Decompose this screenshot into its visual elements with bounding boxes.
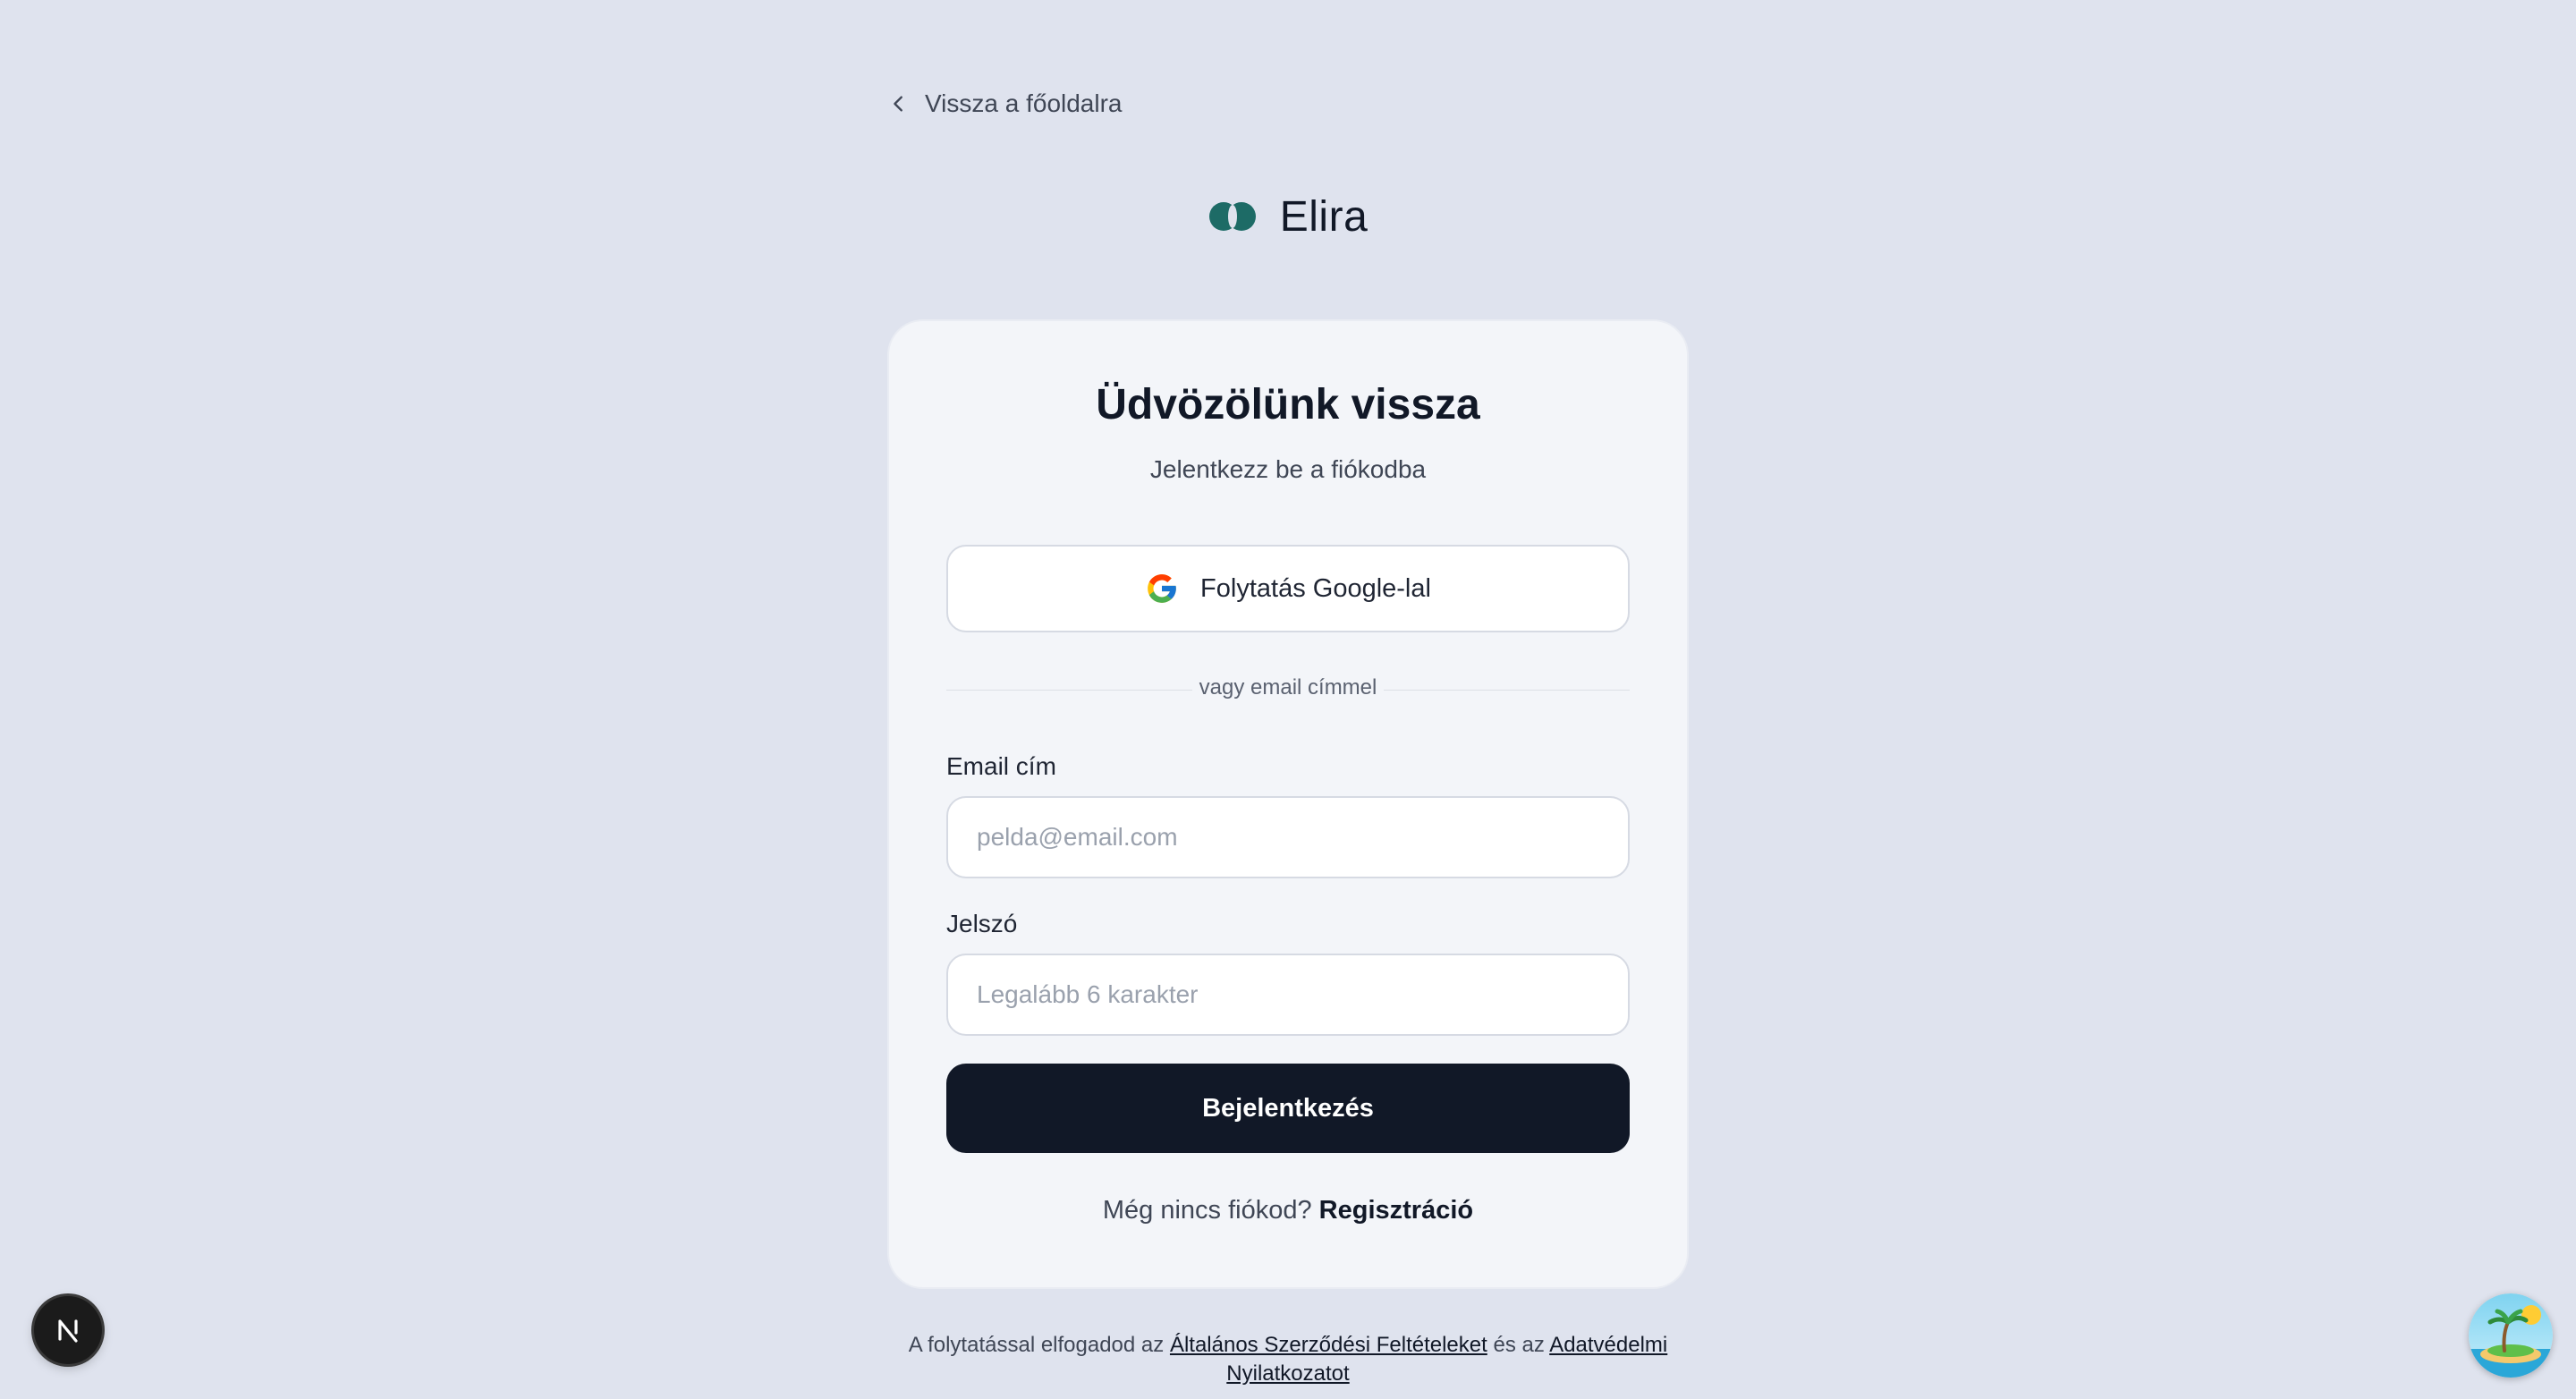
back-to-home-link[interactable]: Vissza a főoldalra bbox=[889, 86, 1123, 122]
login-submit-button[interactable]: Bejelentkezés bbox=[946, 1064, 1630, 1153]
nextjs-dev-badge[interactable] bbox=[34, 1296, 102, 1364]
nextjs-n-icon bbox=[58, 1319, 78, 1343]
terms-link[interactable]: Általános Szerződési Feltételeket bbox=[1170, 1333, 1487, 1357]
login-card: Üdvözölünk vissza Jelentkezz be a fiókod… bbox=[887, 319, 1689, 1289]
footer-middle: és az bbox=[1493, 1333, 1545, 1357]
email-label: Email cím bbox=[946, 752, 1056, 780]
divider-label: vagy email címmel bbox=[1191, 675, 1385, 700]
back-link-label: Vissza a főoldalra bbox=[925, 89, 1123, 117]
chevron-left-icon bbox=[894, 96, 902, 112]
island-avatar[interactable] bbox=[2469, 1293, 2553, 1378]
google-icon bbox=[1148, 574, 1176, 603]
google-button-label: Folytatás Google-lal bbox=[1200, 573, 1431, 603]
email-input[interactable] bbox=[946, 796, 1630, 878]
card-subtitle: Jelentkezz be a fiókodba bbox=[1149, 455, 1427, 483]
brand: Elira bbox=[1208, 192, 1368, 242]
footer-prefix: A folytatással elfogadod az bbox=[908, 1333, 1165, 1357]
signup-row: Még nincs fiókod? Regisztráció bbox=[889, 1196, 1687, 1225]
island-avatar-icon bbox=[2469, 1293, 2553, 1378]
elira-logo-icon bbox=[1208, 202, 1256, 231]
google-signin-button[interactable]: Folytatás Google-lal bbox=[946, 545, 1630, 632]
signup-prompt: Még nincs fiókod? bbox=[1102, 1196, 1312, 1225]
card-title: Üdvözölünk vissza bbox=[1096, 381, 1480, 428]
password-label: Jelszó bbox=[946, 910, 1018, 937]
signup-link[interactable]: Regisztráció bbox=[1319, 1196, 1473, 1225]
legal-footer: A folytatással elfogadod az Általános Sz… bbox=[894, 1331, 1682, 1388]
brand-name: Elira bbox=[1279, 192, 1368, 241]
password-input[interactable] bbox=[946, 954, 1630, 1036]
brand-header: Elira bbox=[0, 184, 2576, 249]
divider-text: vagy email címmel bbox=[889, 675, 1687, 700]
